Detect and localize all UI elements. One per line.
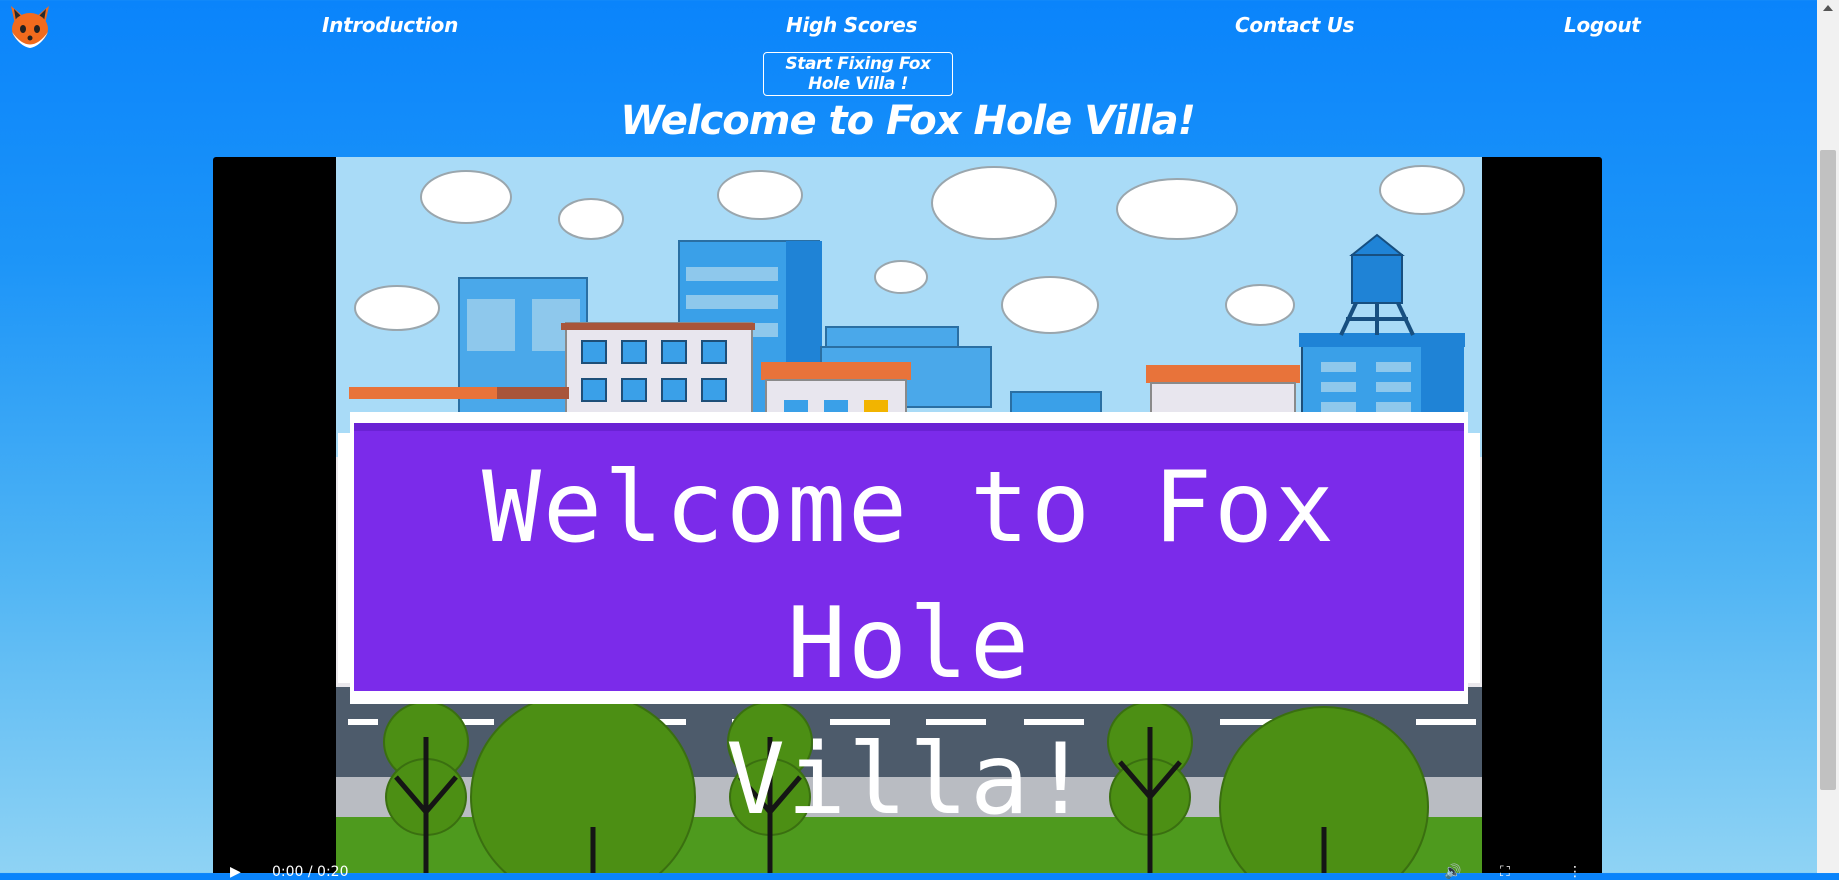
navbar: Introduction High Scores Contact Us Logo… — [0, 0, 1815, 56]
video-banner-title: Welcome to Fox Hole Villa! — [354, 440, 1464, 848]
nav-link-introduction[interactable]: Introduction — [322, 13, 458, 37]
scroll-thumb[interactable] — [1820, 150, 1836, 790]
nav-link-contact-us[interactable]: Contact Us — [1235, 13, 1355, 37]
nav-link-high-scores[interactable]: High Scores — [786, 13, 917, 37]
page-title: Welcome to Fox Hole Villa! — [620, 98, 1196, 144]
video-time: 0:00 / 0:20 — [272, 864, 349, 880]
banner-line-2: Villa! — [725, 723, 1092, 837]
scrollbar[interactable] — [1817, 0, 1839, 873]
video-player[interactable]: Welcome to Fox Hole Villa! — [213, 157, 1602, 873]
more-options-icon[interactable]: ⋮ — [1568, 864, 1582, 880]
start-fixing-button[interactable]: Start Fixing Fox Hole Villa ! — [763, 52, 953, 96]
scroll-up-icon[interactable] — [1823, 5, 1833, 11]
fox-logo-icon[interactable] — [5, 2, 55, 52]
nav-link-logout[interactable]: Logout — [1564, 13, 1641, 37]
banner-line-1: Welcome to Fox Hole — [481, 451, 1336, 701]
play-icon[interactable]: ▶ — [230, 864, 241, 880]
volume-icon[interactable]: 🔊 — [1444, 864, 1461, 880]
fullscreen-icon[interactable]: ⛶ — [1500, 864, 1510, 880]
